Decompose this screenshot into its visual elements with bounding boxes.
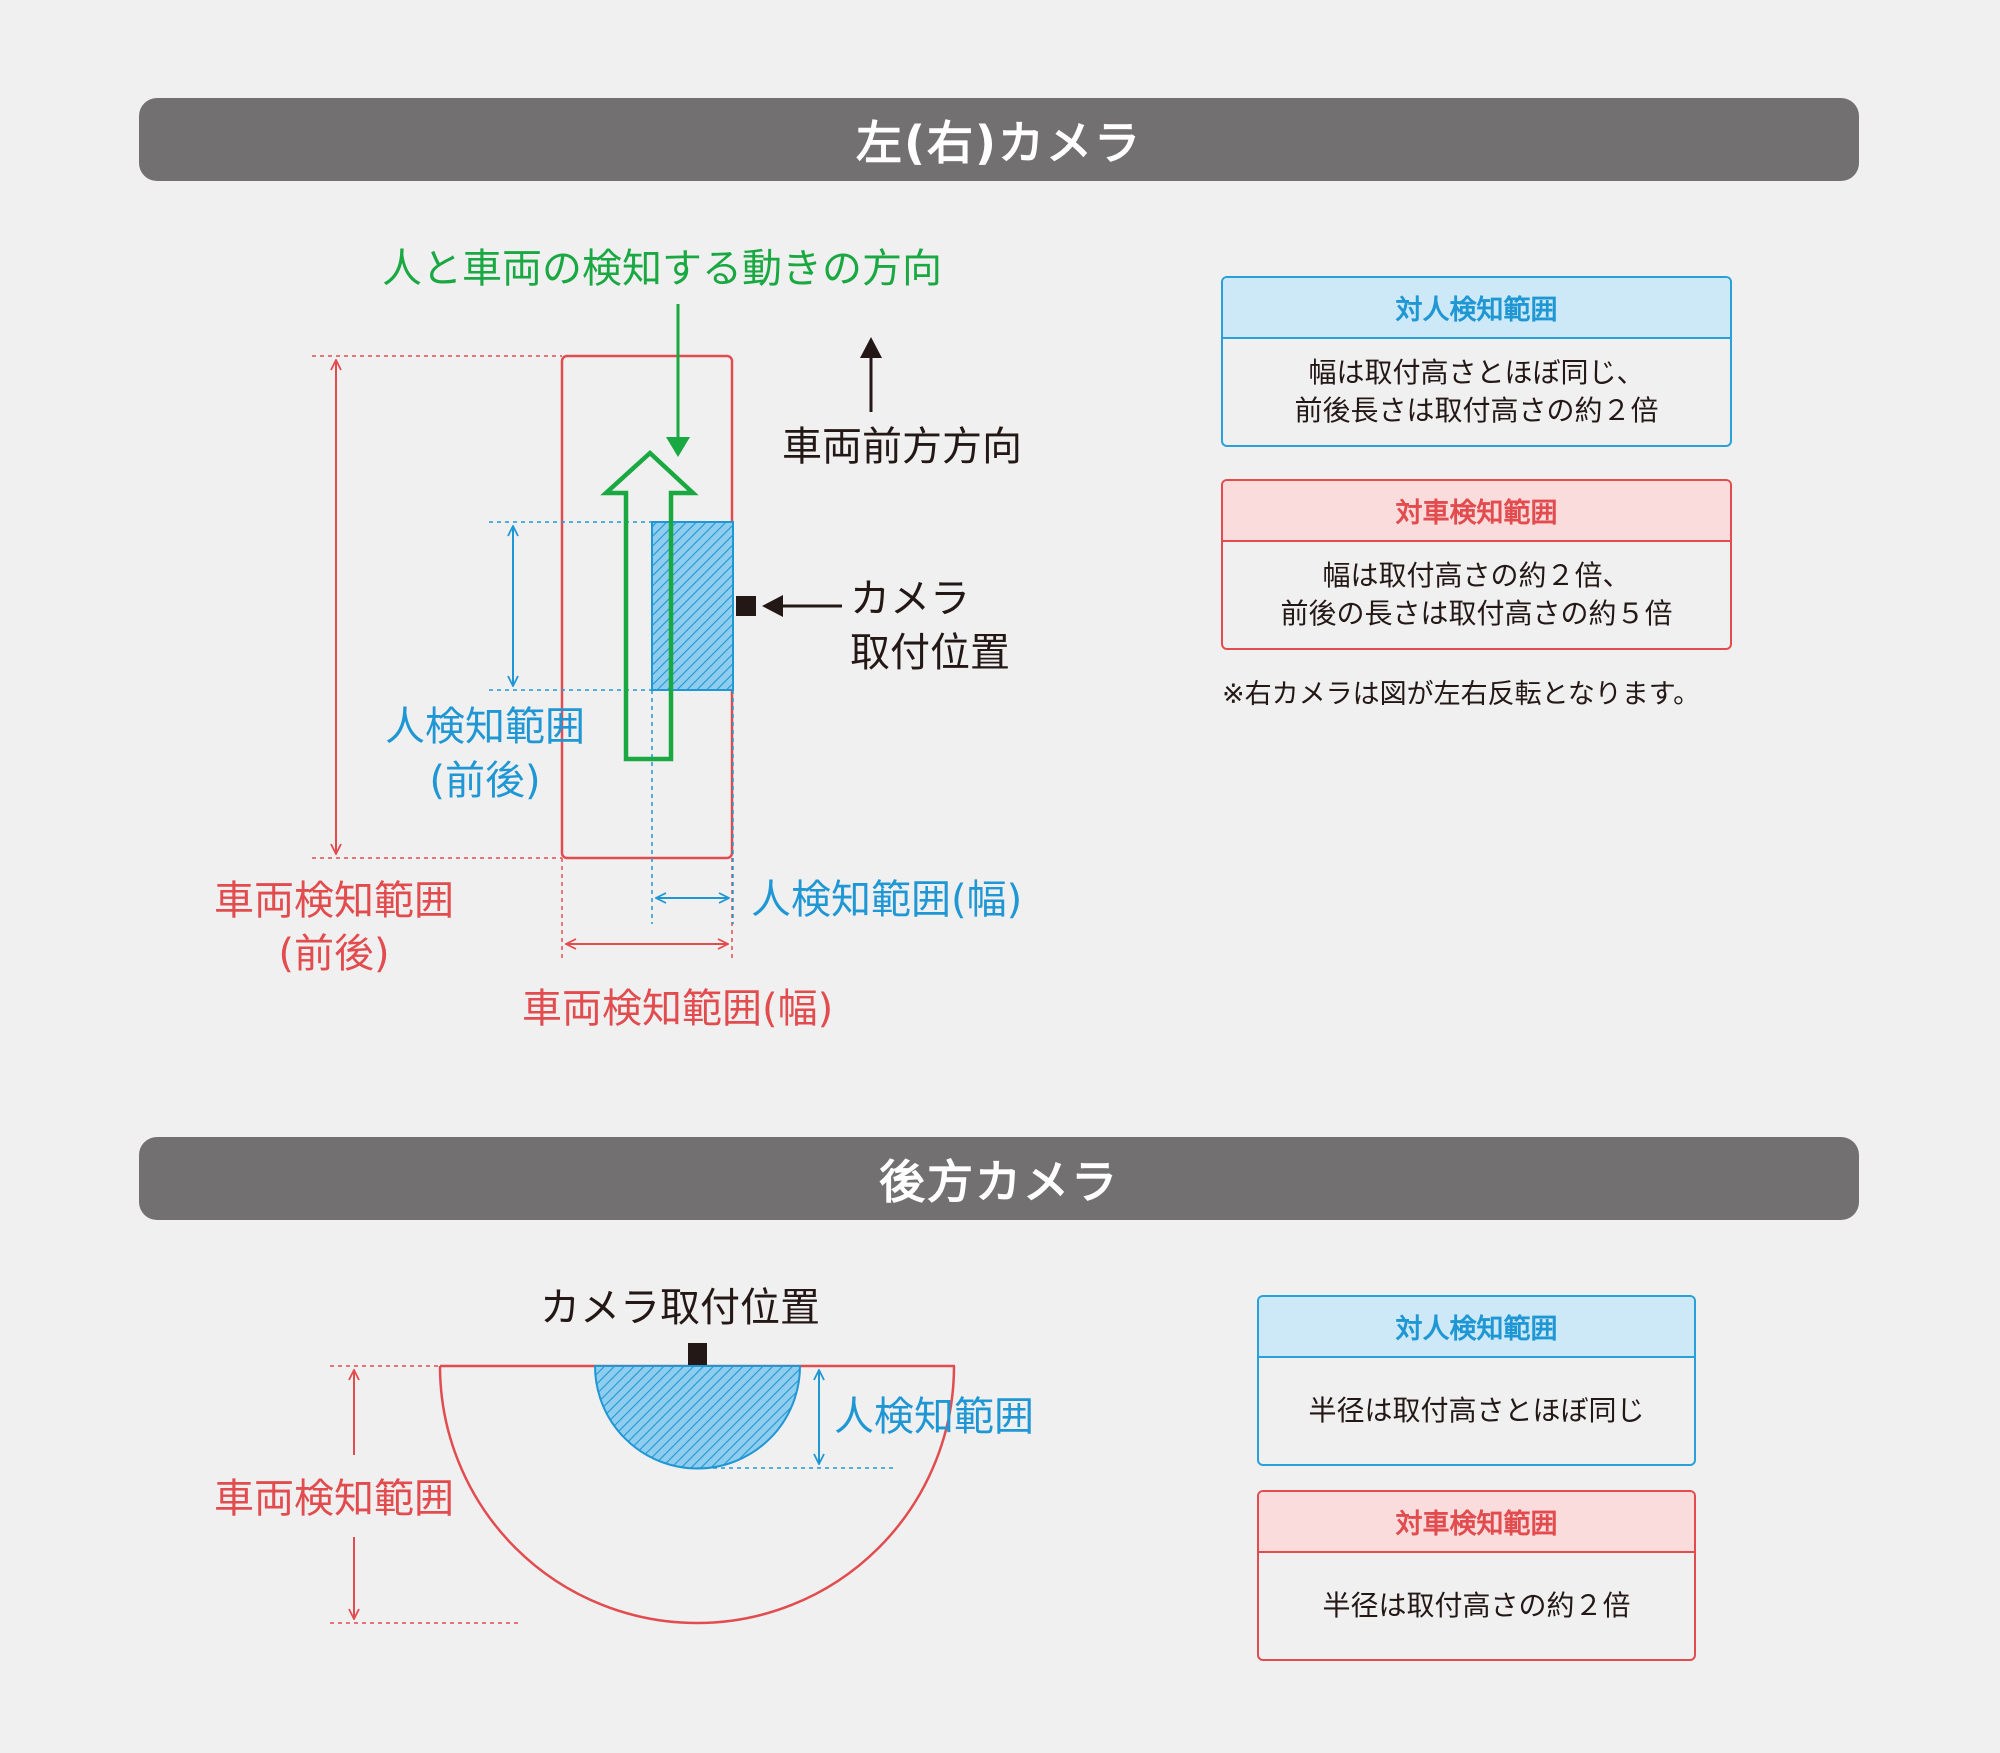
- rear-person-range-box: 対人検知範囲 半径は取付高さとほぼ同じ: [1257, 1295, 1696, 1466]
- movement-pointer-head: [666, 437, 690, 457]
- vehicle-forward-label: 車両前方方向: [782, 424, 1022, 470]
- person-detection-area-rear: [593, 1365, 802, 1470]
- rear-vehicle-range-body: 半径は取付高さの約２倍: [1259, 1553, 1694, 1659]
- side-person-range-box: 対人検知範囲 幅は取付高さとほぼ同じ、 前後長さは取付高さの約２倍: [1221, 276, 1732, 447]
- vehicle-forward-arrow-head: [860, 337, 882, 358]
- mirror-note: ※右カメラは図が左右反転となります。: [1222, 679, 1701, 710]
- side-person-range-header: 対人検知範囲: [1223, 278, 1730, 339]
- person-detection-area: [651, 521, 734, 691]
- camera-mount-pointer-head: [762, 595, 783, 617]
- rear-person-range-body: 半径は取付高さとほぼ同じ: [1259, 1358, 1694, 1464]
- rear-camera-mount-marker: [688, 1343, 707, 1365]
- side-vehicle-range-body: 幅は取付高さの約２倍、 前後の長さは取付高さの約５倍: [1223, 542, 1730, 648]
- side-person-range-line2: 前後長さは取付高さの約２倍: [1294, 394, 1659, 427]
- person-range-front-label-line2: (前後): [429, 758, 540, 804]
- person-range-front-label-line1: 人検知範囲: [385, 704, 585, 750]
- side-vehicle-range-header: 対車検知範囲: [1223, 481, 1730, 542]
- rear-person-range-header: 対人検知範囲: [1259, 1297, 1694, 1358]
- rear-person-range-label: 人検知範囲: [834, 1394, 1034, 1440]
- rear-camera-mount-label: カメラ取付位置: [540, 1285, 820, 1331]
- vehicle-range-front-label-line1: 車両検知範囲: [214, 878, 454, 924]
- rear-vehicle-range-line1: 半径は取付高さの約２倍: [1322, 1589, 1631, 1622]
- rear-camera-diagram: カメラ取付位置 人検知範囲 車両検知範囲: [214, 1285, 1034, 1625]
- person-range-width-label: 人検知範囲(幅): [751, 877, 1022, 923]
- vehicle-range-width-label: 車両検知範囲(幅): [522, 986, 833, 1032]
- side-vehicle-range-line1: 幅は取付高さの約２倍、: [1322, 559, 1631, 592]
- detection-range-diagram: 人と車両の検知する動きの方向 車両前方方向 カメラ 取付位置 人検知範囲 (前後…: [214, 246, 1034, 1625]
- camera-mount-marker: [736, 596, 756, 616]
- side-vehicle-range-line2: 前後の長さは取付高さの約５倍: [1280, 597, 1673, 630]
- movement-direction-label: 人と車両の検知する動きの方向: [382, 246, 942, 292]
- rear-vehicle-range-box: 対車検知範囲 半径は取付高さの約２倍: [1257, 1490, 1696, 1661]
- side-camera-diagram: 人と車両の検知する動きの方向 車両前方方向 カメラ 取付位置 人検知範囲 (前後…: [214, 246, 1022, 1032]
- rear-vehicle-range-header: 対車検知範囲: [1259, 1492, 1694, 1553]
- side-vehicle-range-box: 対車検知範囲 幅は取付高さの約２倍、 前後の長さは取付高さの約５倍: [1221, 479, 1732, 650]
- rear-vehicle-range-label: 車両検知範囲: [214, 1476, 454, 1522]
- rear-person-range-line1: 半径は取付高さとほぼ同じ: [1308, 1394, 1645, 1427]
- side-person-range-line1: 幅は取付高さとほぼ同じ、: [1308, 356, 1645, 389]
- vehicle-range-front-label-line2: (前後): [278, 931, 389, 977]
- camera-mount-label-line1: カメラ: [850, 576, 970, 622]
- side-person-range-body: 幅は取付高さとほぼ同じ、 前後長さは取付高さの約２倍: [1223, 339, 1730, 445]
- camera-mount-label-line2: 取付位置: [850, 630, 1010, 676]
